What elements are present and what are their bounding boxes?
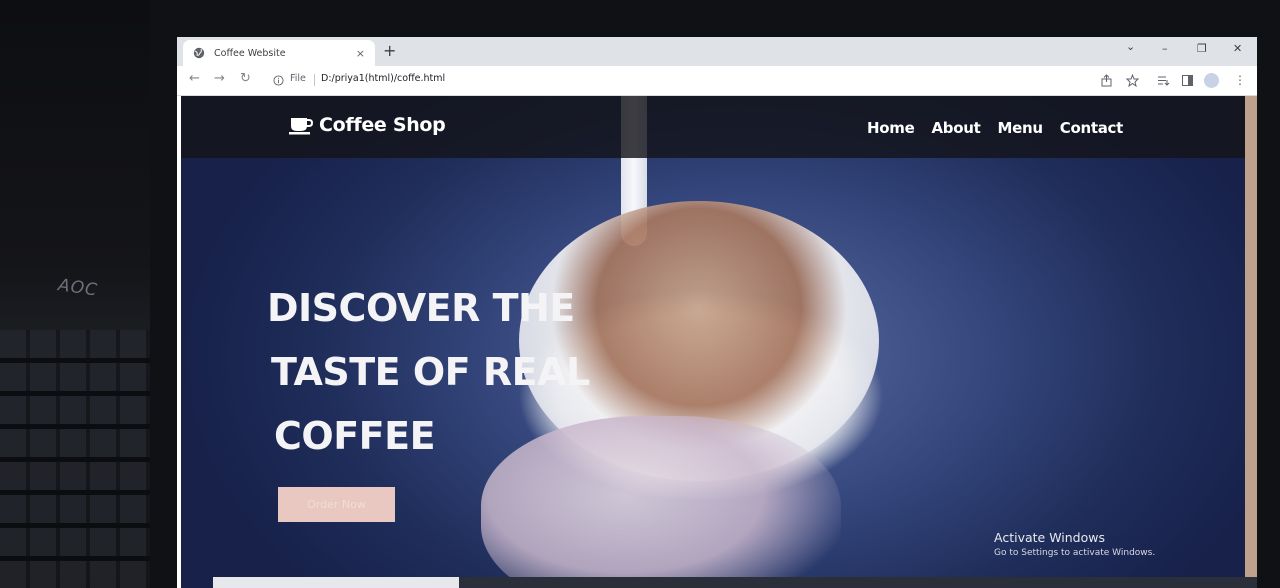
file-scheme-label: File (290, 73, 306, 84)
bookmark-star-icon[interactable] (1126, 74, 1139, 87)
address-bar[interactable]: D:/priya1(html)/coffe.html (321, 73, 445, 84)
nav-home-link[interactable]: Home (867, 119, 915, 137)
new-tab-button[interactable]: + (383, 41, 396, 60)
hero-heading: DISCOVER THE TASTE OF REAL COFFEE (267, 276, 687, 468)
page-scrollbar[interactable] (1245, 96, 1257, 588)
more-menu-icon[interactable]: ⋮ (1234, 73, 1246, 87)
activate-windows-subtitle: Go to Settings to activate Windows. (994, 548, 1156, 558)
nav-contact-link[interactable]: Contact (1060, 119, 1124, 137)
site-nav: Home About Menu Contact (867, 119, 1123, 137)
activate-windows-title: Activate Windows (994, 530, 1105, 545)
browser-tab-strip: Coffee Website × + ⌄ – ❐ ✕ (177, 37, 1257, 66)
close-window-button[interactable]: ✕ (1233, 42, 1242, 55)
browser-toolbar: ← → ↻ File D:/priya1(html)/coffe.html ⋮ (177, 66, 1257, 96)
taskbar-search-box[interactable] (213, 577, 459, 588)
tab-close-icon[interactable]: × (356, 47, 365, 60)
reading-list-icon[interactable] (1157, 74, 1170, 87)
info-icon[interactable] (273, 75, 284, 86)
order-now-button[interactable]: Order Now (278, 487, 395, 522)
nav-menu-link[interactable]: Menu (997, 119, 1043, 137)
webpage: Coffee Shop Home About Menu Contact DISC… (181, 96, 1245, 588)
activate-windows-watermark: Activate Windows Go to Settings to activ… (994, 530, 1155, 558)
reload-icon[interactable]: ↻ (240, 71, 251, 86)
forward-arrow-icon[interactable]: → (214, 71, 225, 86)
site-navbar: Coffee Shop Home About Menu Contact (181, 96, 1245, 158)
url-divider (314, 74, 315, 86)
minimize-button[interactable]: – (1162, 42, 1168, 55)
tab-search-icon[interactable]: ⌄ (1126, 40, 1135, 53)
tab-title: Coffee Website (214, 47, 286, 59)
hero-line-2: TASTE OF REAL (271, 350, 590, 394)
hero-line-3: COFFEE (274, 414, 436, 458)
profile-avatar-icon[interactable] (1204, 73, 1219, 88)
share-icon[interactable] (1100, 74, 1113, 87)
site-logo[interactable]: Coffee Shop (289, 114, 446, 136)
hero-line-1: DISCOVER THE (267, 286, 575, 330)
side-panel-icon[interactable] (1181, 74, 1194, 87)
globe-icon (193, 47, 205, 59)
coffee-cup-icon (289, 118, 313, 135)
restore-button[interactable]: ❐ (1197, 42, 1207, 55)
browser-tab[interactable]: Coffee Website × (183, 40, 375, 66)
back-arrow-icon[interactable]: ← (189, 71, 200, 86)
screen: Coffee Website × + ⌄ – ❐ ✕ ← → ↻ File D:… (177, 37, 1257, 588)
nav-about-link[interactable]: About (931, 119, 980, 137)
logo-text: Coffee Shop (319, 114, 446, 136)
keyboard-rows (0, 330, 175, 588)
